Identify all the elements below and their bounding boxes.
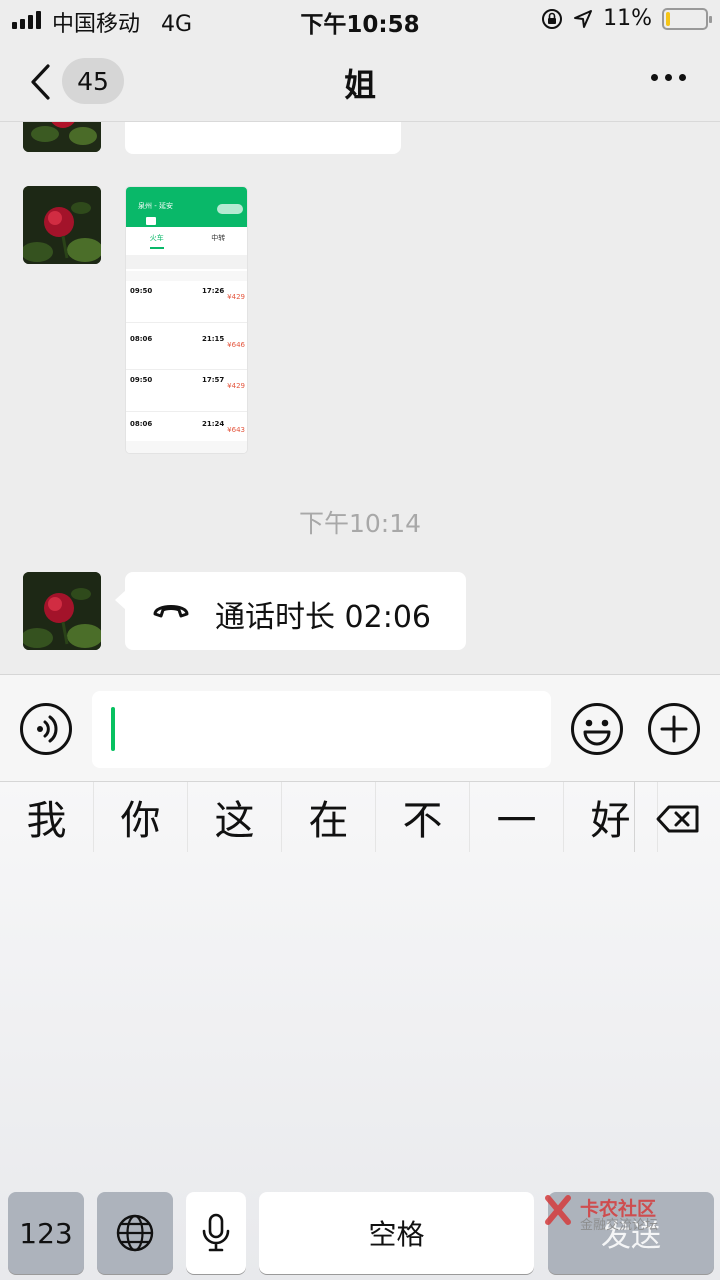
- candidate-word[interactable]: 在: [282, 782, 376, 852]
- thumb-train-row: 09:50 17:57 ¥429: [126, 372, 247, 412]
- call-duration-text: 通话时长 02:06: [215, 600, 431, 635]
- thumb-tab-train: 火车: [149, 234, 164, 242]
- globe-icon: [116, 1214, 154, 1252]
- thumb-route: 泉州 - 延安: [138, 202, 173, 210]
- status-right: 11%: [541, 6, 712, 31]
- thumb-depart: 08:06: [130, 420, 153, 428]
- more-functions-button[interactable]: [648, 703, 700, 755]
- site-watermark: 卡农社区 金融交流论坛: [540, 1192, 700, 1233]
- emoji-button[interactable]: [571, 703, 623, 755]
- battery-level: [666, 11, 670, 26]
- emoji-icon: [583, 719, 611, 746]
- message-input-bar: [0, 674, 720, 782]
- backspace-key[interactable]: [634, 782, 720, 852]
- watermark-logo: [545, 1195, 571, 1225]
- thumb-train-row: 08:06 21:24 ¥643: [126, 414, 247, 442]
- message-list[interactable]: 泉州 - 延安 火车 中转 09:50 17:26 ¥429 08:06 21:…: [0, 122, 720, 674]
- cut-off-text: [159, 122, 239, 132]
- thumb-depart: 09:50: [130, 376, 153, 384]
- thumb-header: 泉州 - 延安: [126, 187, 247, 227]
- message-timestamp: 下午10:14: [298, 509, 422, 538]
- thumb-train-row: 08:06 21:15 ¥646: [126, 325, 247, 370]
- dictation-key[interactable]: [186, 1192, 246, 1274]
- numbers-key[interactable]: 123: [8, 1192, 84, 1274]
- candidate-bar: 我 你 这 在 不 一 好: [0, 782, 720, 852]
- phone-hangup-icon: [153, 605, 189, 618]
- microphone-icon: [202, 1213, 230, 1252]
- thumb-arrive: 21:15: [202, 335, 225, 343]
- message-bubble-cut[interactable]: [125, 122, 401, 154]
- candidate-word[interactable]: 这: [188, 782, 282, 852]
- thumb-depart: 08:06: [130, 335, 153, 343]
- location-icon: [574, 9, 593, 28]
- contact-avatar[interactable]: [23, 572, 101, 650]
- candidate-word[interactable]: 一: [470, 782, 564, 852]
- battery-percent: 11%: [603, 6, 652, 31]
- watermark-subtitle: 金融交流论坛: [580, 1218, 659, 1233]
- thumb-tab-transfer: 中转: [211, 234, 226, 242]
- status-bar: 中国移动 4G 下午10:58 11%: [0, 0, 720, 40]
- thumb-arrive: 17:57: [202, 376, 225, 384]
- thumb-tabs: 火车 中转: [126, 227, 247, 247]
- rotation-lock-icon: [542, 8, 563, 29]
- contact-avatar[interactable]: [23, 186, 101, 264]
- contact-avatar[interactable]: [23, 122, 101, 152]
- backspace-icon: [656, 805, 699, 833]
- thumb-train-row: 09:50 17:26 ¥429: [126, 285, 247, 323]
- text-caret: [111, 707, 115, 751]
- call-record-bubble[interactable]: 通话时长 02:06: [115, 572, 466, 650]
- candidate-word[interactable]: 你: [94, 782, 188, 852]
- chat-header: 45 姐: [0, 40, 720, 122]
- globe-key[interactable]: [97, 1192, 173, 1274]
- thumb-price: ¥646: [227, 341, 245, 349]
- battery-icon: [662, 7, 712, 30]
- more-icon[interactable]: [651, 74, 686, 81]
- thumb-tab-underline: [150, 247, 164, 249]
- thumb-android-nav: [126, 441, 247, 453]
- chat-title: 姐: [343, 66, 376, 104]
- thumb-price: ¥643: [227, 426, 245, 434]
- ime-keyboard: 我 你 这 在 不 一 好 123 空格 发送 卡农社区 金融交流论坛: [0, 782, 720, 1280]
- thumb-capsule: [217, 204, 243, 214]
- plus-icon: [660, 715, 688, 743]
- image-message[interactable]: 泉州 - 延安 火车 中转 09:50 17:26 ¥429 08:06 21:…: [125, 186, 248, 454]
- voice-input-button[interactable]: [20, 703, 72, 755]
- thumb-price: ¥429: [227, 293, 245, 301]
- thumb-price: ¥429: [227, 382, 245, 390]
- thumb-notice: [126, 255, 247, 269]
- candidate-word[interactable]: 我: [0, 782, 94, 852]
- thumb-arrive: 17:26: [202, 287, 225, 295]
- voice-icon: [37, 715, 58, 743]
- thumb-section: [126, 271, 247, 281]
- thumb-depart: 09:50: [130, 287, 153, 295]
- candidate-word[interactable]: 不: [376, 782, 470, 852]
- bubble-tail: [115, 590, 126, 610]
- thumb-arrive: 21:24: [202, 420, 225, 428]
- message-input[interactable]: [92, 691, 551, 768]
- thumb-date-selected: [146, 217, 156, 225]
- space-key[interactable]: 空格: [259, 1192, 534, 1274]
